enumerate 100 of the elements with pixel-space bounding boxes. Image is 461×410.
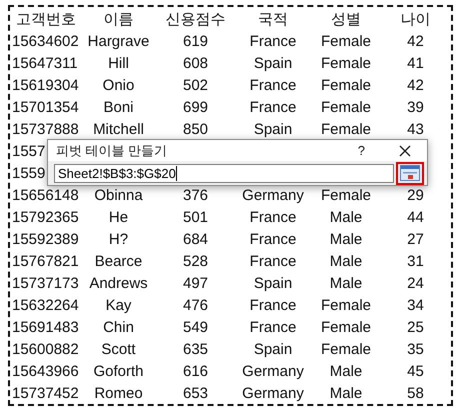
table-cell: 653 [182,384,208,402]
table-cell: France [250,98,296,116]
table-cell: Mitchell [93,120,144,138]
table-cell: 35 [407,340,424,358]
table-cell: 42 [407,76,424,94]
table-cell: 15792365 [12,208,79,226]
table-cell: 616 [182,362,208,380]
column-header: 나이 [400,10,430,28]
table-cell: Female [320,186,372,204]
table-cell: 15619304 [12,76,79,94]
table-cell: Hill [108,54,129,72]
column-header: 이름 [104,10,134,28]
table-cell: 15600882 [12,340,79,358]
table-cell: Kay [106,296,132,314]
table-cell: 39 [407,98,424,116]
table-cell: 24 [407,274,424,292]
table-cell: 528 [182,252,208,270]
table-cell: 15656148 [12,186,79,204]
table-cell: Spain [254,54,292,72]
table-cell: Male [330,274,362,292]
table-cell: 15647311 [12,54,78,72]
table-cell: 41 [407,54,424,72]
table-cell: Female [320,340,372,358]
table-cell: 15701354 [12,98,79,116]
table-cell: 15767821 [12,252,79,270]
close-icon [399,144,411,156]
table-cell: France [250,296,296,314]
table-cell: 619 [182,32,208,50]
table-cell: Male [330,362,362,380]
table-cell: 376 [182,186,208,204]
table-cell: Female [320,318,372,336]
table-cell: 502 [182,76,208,94]
table-cell: France [250,208,296,226]
help-button[interactable]: ? [354,143,369,158]
table-cell: Female [320,120,372,138]
table-cell: Andrews [89,274,148,292]
range-select-icon [400,165,420,181]
table-cell: 15737888 [12,120,79,138]
table-cell: He [108,208,128,226]
table-cell: Onio [102,76,134,94]
table-cell: 45 [407,362,424,380]
table-cell: Male [330,230,362,248]
table-cell: Spain [254,340,292,358]
table-cell: Germany [242,384,304,402]
table-cell: 43 [407,120,424,138]
table-cell: Spain [254,274,292,292]
column-header: 신용점수 [166,10,226,28]
table-cell: 501 [182,208,208,226]
table-cell: 15634602 [12,32,79,50]
table-cell: France [250,76,296,94]
table-cell: Female [320,76,372,94]
table-cell: 549 [182,318,208,336]
table-cell: 850 [182,120,208,138]
table-cell: Male [330,384,362,402]
column-header: 성별 [331,10,361,28]
table-cell: Female [320,98,372,116]
table-cell: Romeo [94,384,143,402]
table-cell: France [250,252,296,270]
table-cell: 608 [182,54,208,72]
table-cell: Female [320,54,372,72]
table-cell: 29 [407,186,424,204]
table-cell: Female [320,296,372,314]
table-cell: 15632264 [12,296,79,314]
table-cell: 476 [182,296,208,314]
table-cell: Scott [101,340,136,358]
table-cell: 27 [407,230,424,248]
table-cell: 15737452 [12,384,79,402]
table-cell: France [250,32,296,50]
table-cell: 15691483 [12,318,79,336]
collapse-dialog-button[interactable] [396,162,424,184]
close-button[interactable] [397,142,413,158]
table-cell: 34 [407,296,424,314]
column-header: 국적 [258,10,288,28]
table-cell: 44 [407,208,424,226]
table-cell: 15737173 [12,274,79,292]
table-cell: 635 [182,340,208,358]
table-cell: 497 [182,274,208,292]
table-cell: Male [330,208,362,226]
column-header: 고객번호 [16,10,76,28]
table-cell: 31 [407,252,424,270]
table-cell: 1557 [12,142,46,160]
table-cell: Hargrave [88,32,150,50]
table-cell: France [250,230,296,248]
table-cell: Female [320,32,372,50]
table-cell: France [250,318,296,336]
table-cell: Bearce [94,252,142,270]
table-cell: Obinna [94,186,143,204]
dialog-title: 피벗 테이블 만들기 [56,142,168,160]
table-cell: Boni [103,98,134,116]
table-cell: H? [108,230,128,248]
table-cell: Spain [254,120,292,138]
table-cell: 684 [182,230,208,248]
table-cell: 25 [407,318,424,336]
table-cell: 58 [407,384,424,402]
table-cell: 699 [182,98,208,116]
table-cell: Goforth [93,362,144,380]
table-cell: 15592389 [12,230,79,248]
table-cell: 15643966 [12,362,79,380]
table-cell: Male [330,252,362,270]
range-field[interactable]: Sheet2!$B$3:$G$20 [54,164,394,182]
